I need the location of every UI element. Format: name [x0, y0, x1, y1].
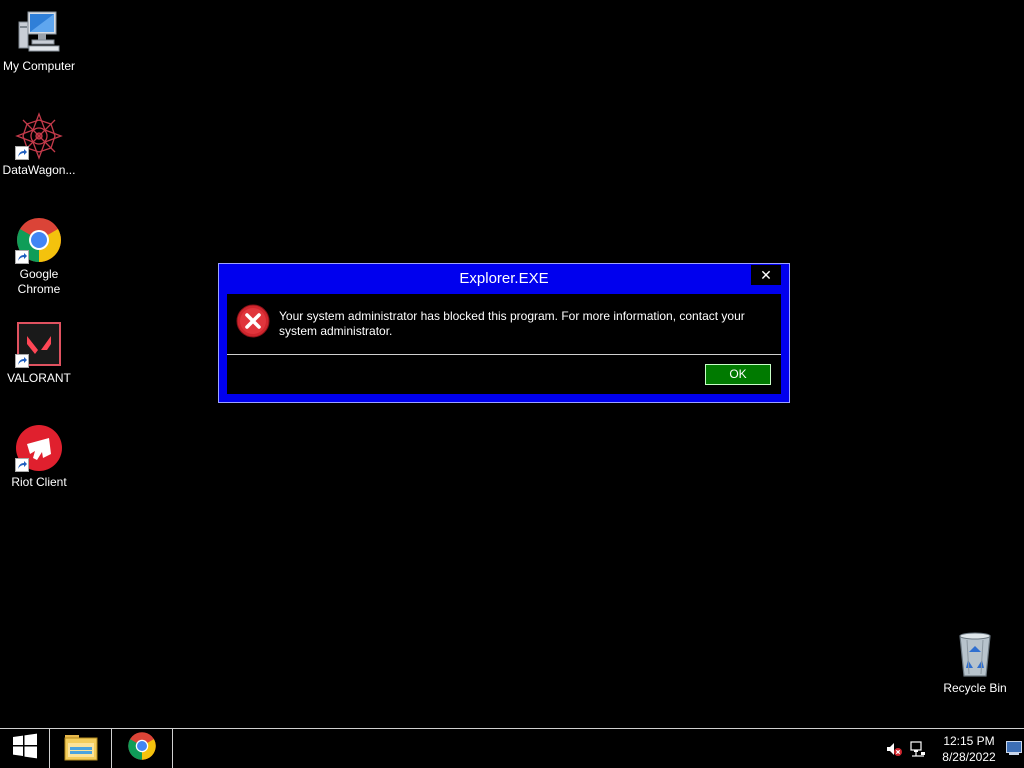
taskbar-chrome-button[interactable] — [112, 729, 173, 768]
dialog-title: Explorer.EXE — [459, 270, 549, 287]
desktop-icon-label: My Computer — [2, 59, 76, 73]
clock-date: 8/28/2022 — [942, 750, 996, 764]
desktop-icon-label: Recycle Bin — [943, 681, 1007, 695]
valorant-icon — [15, 320, 63, 368]
chrome-icon — [15, 216, 63, 264]
message-area: Your system administrator has blocked th… — [227, 294, 781, 355]
desktop-icon-riot-client[interactable]: Riot Client — [0, 424, 78, 490]
file-explorer-icon — [64, 731, 98, 766]
chrome-icon — [127, 731, 157, 766]
error-dialog: Explorer.EXE ✕ Your system administrator… — [218, 263, 790, 403]
ok-button[interactable]: OK — [705, 364, 771, 385]
recycle-bin-icon — [951, 630, 999, 678]
network-icon[interactable] — [910, 741, 926, 757]
riot-client-icon — [15, 424, 63, 472]
desktop-icon-label: VALORANT — [7, 371, 71, 385]
error-icon — [236, 304, 270, 338]
shortcut-arrow-icon — [15, 458, 29, 472]
desktop-icon-label: Google Chrome — [17, 267, 61, 296]
shortcut-arrow-icon — [15, 146, 29, 160]
system-clock[interactable]: 12:15 PM 8/28/2022 — [930, 733, 1008, 765]
desktop-icon-datawagon[interactable]: DataWagon... — [0, 112, 78, 178]
dialog-body: Your system administrator has blocked th… — [227, 294, 781, 394]
close-button[interactable]: ✕ — [751, 265, 781, 285]
desktop-icon-my-computer[interactable]: My Computer — [0, 8, 78, 74]
desktop-icon-label: DataWagon... — [2, 163, 76, 177]
windows-start-icon — [12, 733, 38, 764]
computer-icon — [15, 8, 63, 56]
desktop-icon-google-chrome[interactable]: Google Chrome — [0, 216, 78, 297]
start-button[interactable] — [0, 729, 50, 768]
taskbar-file-explorer-button[interactable] — [50, 729, 112, 768]
desktop-icon-label: Riot Client — [11, 475, 67, 489]
clock-time: 12:15 PM — [943, 734, 995, 748]
shortcut-arrow-icon — [15, 354, 29, 368]
shortcut-arrow-icon — [15, 250, 29, 264]
volume-muted-icon[interactable] — [886, 741, 902, 757]
desktop: My Computer DataWagon... Google Chrome V… — [0, 0, 1024, 728]
dialog-message: Your system administrator has blocked th… — [279, 309, 745, 338]
notification-icon[interactable] — [1006, 741, 1022, 755]
taskbar: 12:15 PM 8/28/2022 — [0, 728, 1024, 768]
desktop-icon-valorant[interactable]: VALORANT — [0, 320, 78, 386]
desktop-icon-recycle-bin[interactable]: Recycle Bin — [936, 630, 1014, 696]
datawagon-icon — [15, 112, 63, 160]
